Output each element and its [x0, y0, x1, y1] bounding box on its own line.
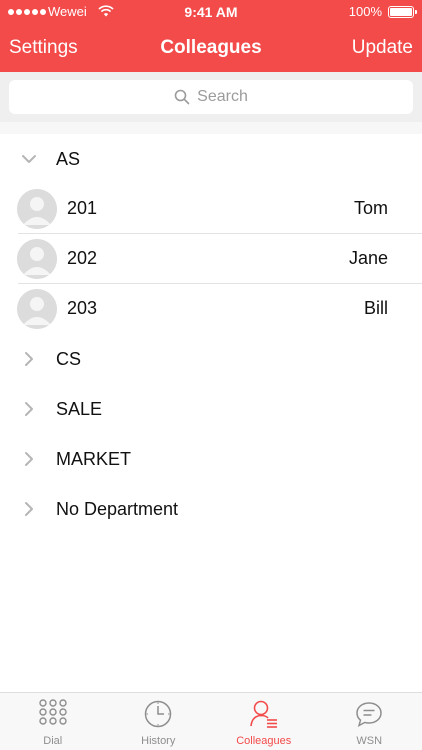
- department-row-as[interactable]: AS: [0, 134, 422, 184]
- department-label: AS: [56, 148, 81, 169]
- colleague-row[interactable]: 201 Tom: [0, 184, 422, 234]
- chevron-right-icon: [25, 352, 33, 366]
- clock-icon: [145, 700, 172, 728]
- avatar: [17, 289, 57, 329]
- avatar: [17, 239, 57, 279]
- section-gap: [0, 122, 422, 134]
- department-label: SALE: [56, 398, 103, 419]
- department-label: MARKET: [56, 448, 132, 469]
- update-button[interactable]: Update: [352, 37, 413, 59]
- chevron-right-icon: [25, 502, 33, 516]
- chevron-right-icon: [25, 452, 33, 466]
- search-bar: Search: [0, 72, 422, 122]
- tab-label: Dial: [43, 735, 63, 747]
- tab-dial[interactable]: Dial: [0, 693, 106, 750]
- colleague-name: Bill: [363, 298, 388, 318]
- default-avatar-icon: [17, 239, 57, 279]
- colleague-name: Jane: [348, 248, 388, 268]
- dialpad-icon: [39, 699, 67, 725]
- avatar: [17, 189, 57, 229]
- tab-label: History: [141, 735, 176, 747]
- department-row-cs[interactable]: CS: [0, 334, 422, 384]
- default-avatar-icon: [17, 189, 57, 229]
- colleague-row[interactable]: 203 Bill: [0, 284, 422, 334]
- tab-history[interactable]: History: [106, 693, 212, 750]
- battery-icon: [388, 6, 417, 18]
- status-bar: Wewei 9:41 AM 100%: [0, 0, 422, 25]
- extension-number: 201: [67, 198, 98, 218]
- tab-label: WSN: [356, 735, 383, 747]
- department-row-market[interactable]: MARKET: [0, 434, 422, 484]
- extension-number: 202: [67, 248, 98, 268]
- tab-bar: Dial History Colleagues WSN: [0, 692, 422, 750]
- app-header: Wewei 9:41 AM 100% Settings Colleagues U…: [0, 0, 422, 72]
- chat-bubble-icon: [356, 702, 383, 727]
- extension-number: 203: [67, 298, 98, 318]
- department-label: CS: [56, 348, 82, 369]
- colleague-name: Tom: [353, 198, 388, 218]
- tab-wsn[interactable]: WSN: [317, 693, 422, 750]
- battery-percent: 100%: [348, 4, 382, 19]
- tab-colleagues[interactable]: Colleagues: [211, 693, 317, 750]
- default-avatar-icon: [17, 289, 57, 329]
- search-placeholder: Search: [197, 88, 248, 105]
- contacts-icon: [249, 700, 277, 728]
- tab-label: Colleagues: [236, 735, 292, 747]
- colleague-list: AS 201 Tom 202 Jane 203 Bill CS SALE MAR…: [0, 134, 422, 534]
- department-row-no-department[interactable]: No Department: [0, 484, 422, 534]
- chevron-down-icon: [22, 155, 36, 163]
- settings-button[interactable]: Settings: [9, 37, 78, 59]
- colleague-row[interactable]: 202 Jane: [0, 234, 422, 284]
- search-icon: [174, 89, 190, 105]
- department-label: No Department: [56, 498, 179, 519]
- chevron-right-icon: [25, 402, 33, 416]
- search-input[interactable]: Search: [9, 80, 413, 114]
- department-row-sale[interactable]: SALE: [0, 384, 422, 434]
